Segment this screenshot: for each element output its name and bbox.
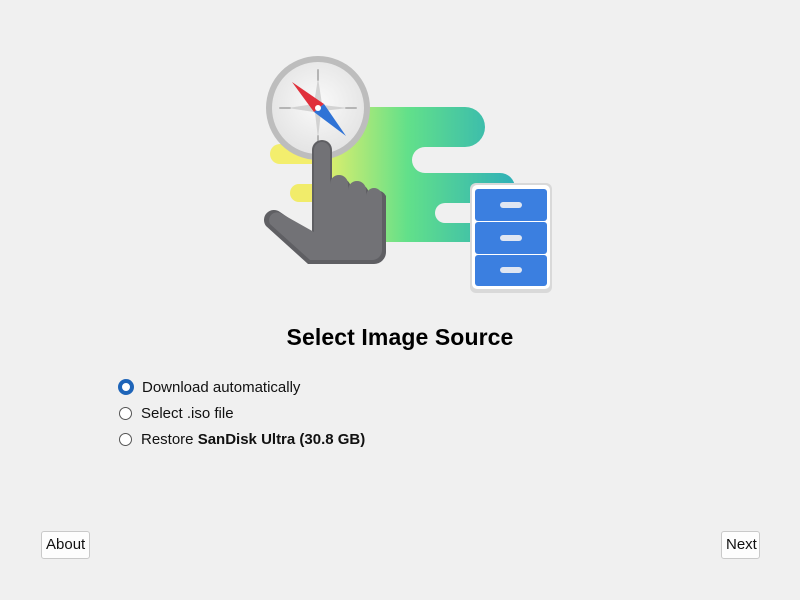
file-cabinet-icon	[470, 183, 552, 293]
option-label: Restore SanDisk Ultra (30.8 GB)	[141, 431, 365, 448]
radio-select-iso-file[interactable]	[119, 406, 132, 420]
page-title: Select Image Source	[286, 324, 514, 350]
image-source-illustration	[264, 56, 552, 293]
option-restore-device[interactable]: Restore SanDisk Ultra (30.8 GB)	[119, 426, 365, 452]
option-label: Download automatically	[142, 378, 301, 396]
option-label: Select .iso file	[141, 404, 234, 422]
radio-restore-device[interactable]	[119, 432, 132, 446]
restore-prefix: Restore	[141, 430, 198, 448]
option-select-iso-file[interactable]: Select .iso file	[119, 400, 365, 426]
option-download-automatically[interactable]: Download automatically	[118, 374, 365, 400]
next-button[interactable]: Next	[721, 531, 760, 559]
device-name: SanDisk Ultra (30.8 GB)	[197, 430, 366, 448]
app-window: Select Image Source Download automatical…	[0, 0, 800, 600]
about-button[interactable]: About	[41, 531, 90, 559]
radio-download-automatically[interactable]	[118, 379, 134, 395]
image-source-options: Download automatically Select .iso file …	[118, 374, 365, 452]
